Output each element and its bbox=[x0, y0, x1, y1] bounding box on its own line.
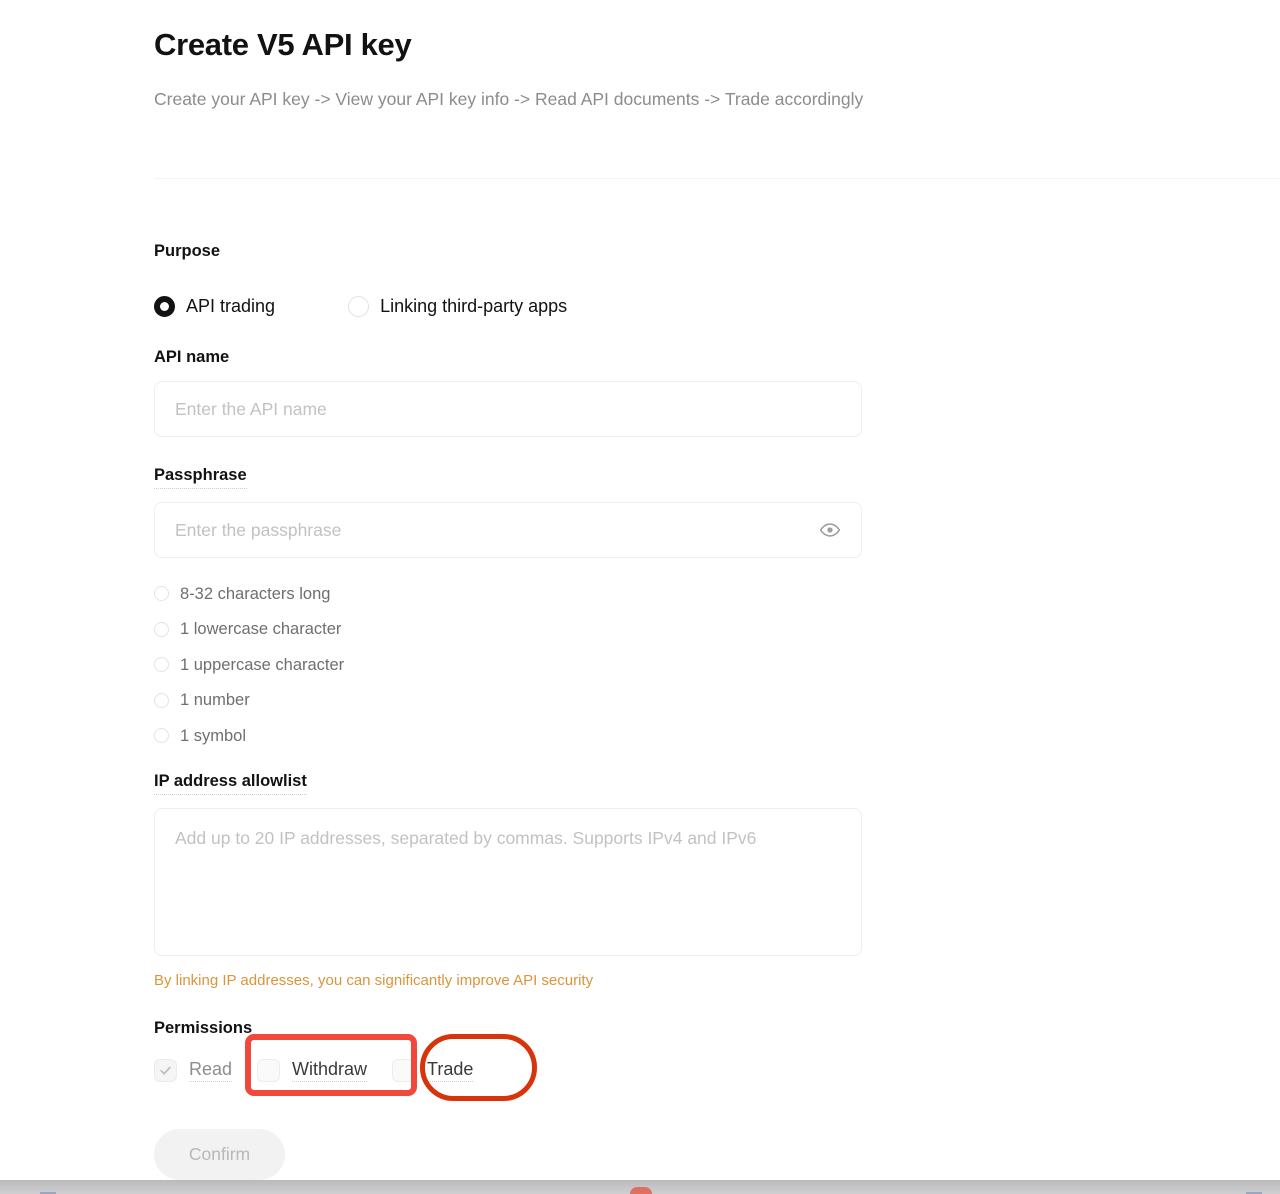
radio-selected-icon bbox=[154, 295, 175, 317]
requirement-unmet-icon bbox=[154, 728, 169, 744]
ip-allowlist-field-group: IP address allowlist Add up to 20 IP add… bbox=[154, 770, 862, 991]
permission-option-withdraw[interactable]: Withdraw bbox=[257, 1058, 368, 1082]
permission-label-read: Read bbox=[189, 1058, 233, 1082]
page-header: Create V5 API key Create your API key ->… bbox=[154, 0, 1280, 111]
checkbox-unchecked-icon[interactable] bbox=[392, 1058, 416, 1082]
requirement-label: 1 uppercase character bbox=[180, 655, 345, 674]
passphrase-placeholder: Enter the passphrase bbox=[175, 520, 342, 540]
purpose-section: Purpose API trading Linking third-party … bbox=[154, 240, 567, 317]
create-api-key-page: Create V5 API key Create your API key ->… bbox=[0, 0, 1280, 1194]
radio-label-api-trading: API trading bbox=[186, 296, 276, 316]
requirement-item: 8-32 characters long bbox=[154, 576, 344, 612]
eye-icon[interactable] bbox=[817, 517, 843, 543]
requirement-unmet-icon bbox=[154, 657, 169, 673]
permissions-section: Permissions Read Withdraw Trade bbox=[154, 1017, 474, 1082]
radio-option-api-trading[interactable]: API trading bbox=[154, 295, 275, 317]
ip-allowlist-textarea[interactable]: Add up to 20 IP addresses, separated by … bbox=[154, 808, 862, 956]
requirement-item: 1 number bbox=[154, 683, 344, 719]
permissions-label: Permissions bbox=[154, 1019, 253, 1037]
bottom-indicator-dot bbox=[630, 1187, 652, 1194]
permission-option-read: Read bbox=[154, 1058, 233, 1082]
ip-allowlist-hint: By linking IP addresses, you can signifi… bbox=[154, 972, 594, 989]
bottom-chrome-bar bbox=[0, 1180, 1280, 1194]
confirm-button[interactable]: Confirm bbox=[154, 1129, 285, 1180]
passphrase-label: Passphrase bbox=[154, 464, 247, 489]
radio-unselected-icon bbox=[348, 295, 370, 317]
api-name-input[interactable]: Enter the API name bbox=[154, 381, 862, 437]
radio-label-linking-third-party-apps: Linking third-party apps bbox=[380, 296, 568, 316]
requirement-item: 1 symbol bbox=[154, 718, 344, 754]
purpose-label: Purpose bbox=[154, 242, 221, 260]
permissions-checkbox-group: Read Withdraw Trade bbox=[154, 1058, 474, 1082]
permission-option-trade[interactable]: Trade bbox=[392, 1058, 474, 1082]
api-name-placeholder: Enter the API name bbox=[175, 399, 327, 419]
passphrase-input[interactable]: Enter the passphrase bbox=[154, 502, 862, 558]
checkbox-checked-icon bbox=[154, 1058, 177, 1082]
header-divider bbox=[154, 178, 1280, 179]
requirement-label: 8-32 characters long bbox=[180, 584, 331, 603]
page-title: Create V5 API key bbox=[154, 27, 412, 62]
page-subtitle: Create your API key -> View your API key… bbox=[154, 89, 864, 109]
radio-option-linking-third-party-apps[interactable]: Linking third-party apps bbox=[348, 295, 567, 317]
api-name-label: API name bbox=[154, 348, 230, 366]
requirement-label: 1 symbol bbox=[180, 726, 247, 745]
purpose-radio-group: API trading Linking third-party apps bbox=[154, 295, 567, 317]
requirement-label: 1 number bbox=[180, 691, 250, 710]
checkbox-unchecked-icon[interactable] bbox=[257, 1058, 281, 1082]
passphrase-field-group: Passphrase Enter the passphrase bbox=[154, 464, 862, 558]
ip-allowlist-label: IP address allowlist bbox=[154, 770, 307, 795]
requirement-item: 1 lowercase character bbox=[154, 612, 344, 648]
permission-label-withdraw: Withdraw bbox=[292, 1058, 368, 1082]
passphrase-requirements-list: 8-32 characters long 1 lowercase charact… bbox=[154, 576, 344, 754]
requirement-unmet-icon bbox=[154, 692, 169, 708]
requirement-item: 1 uppercase character bbox=[154, 647, 344, 683]
permission-label-trade: Trade bbox=[427, 1058, 474, 1082]
requirement-unmet-icon bbox=[154, 621, 169, 637]
requirement-unmet-icon bbox=[154, 586, 169, 602]
requirement-label: 1 lowercase character bbox=[180, 620, 342, 639]
ip-allowlist-placeholder: Add up to 20 IP addresses, separated by … bbox=[175, 828, 757, 848]
api-name-field-group: API name Enter the API name bbox=[154, 346, 862, 437]
